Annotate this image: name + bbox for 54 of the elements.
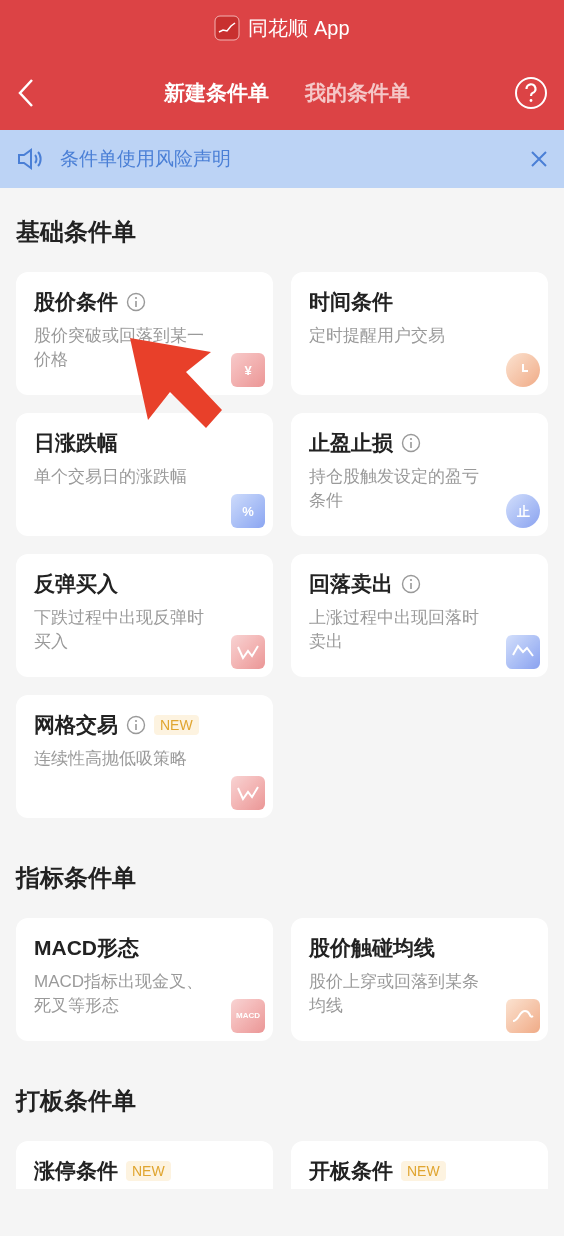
condition-card[interactable]: 回落卖出 上涨过程中出现回落时卖出 xyxy=(291,554,548,677)
card-description: MACD指标出现金叉、死叉等形态 xyxy=(34,971,205,1017)
card-description: 单个交易日的涨跌幅 xyxy=(34,466,188,488)
close-icon[interactable] xyxy=(530,150,548,168)
card-title: 反弹买入 xyxy=(34,571,118,597)
card-title: 开板条件 xyxy=(309,1158,393,1184)
condition-card[interactable]: 日涨跌幅 单个交易日的涨跌幅 % xyxy=(16,413,273,536)
card-title: 止盈止损 xyxy=(309,430,393,456)
app-logo-icon xyxy=(214,15,241,41)
condition-card[interactable]: 开板条件 NEW xyxy=(291,1141,548,1189)
info-icon[interactable] xyxy=(126,292,146,312)
section-title: 基础条件单 xyxy=(16,217,137,247)
app-title: 同花顺 App xyxy=(248,16,350,41)
speaker-icon xyxy=(16,147,44,171)
info-icon[interactable] xyxy=(401,574,421,594)
new-badge: NEW xyxy=(401,1161,446,1181)
card-title: 股价触碰均线 xyxy=(309,935,435,961)
card-description: 上涨过程中出现回落时卖出 xyxy=(309,607,480,653)
condition-card[interactable]: MACD形态 MACD指标出现金叉、死叉等形态 MACD xyxy=(16,918,273,1041)
notice-text: 条件单使用风险声明 xyxy=(60,146,232,171)
info-icon[interactable] xyxy=(126,715,146,735)
card-description: 下跌过程中出现反弹时买入 xyxy=(34,607,205,653)
info-icon[interactable] xyxy=(401,433,421,453)
macd-icon: MACD xyxy=(231,999,265,1033)
condition-card[interactable]: 止盈止损 持仓股触发设定的盈亏条件 止 xyxy=(291,413,548,536)
stop-sign-icon: 止 xyxy=(506,494,540,528)
back-icon[interactable] xyxy=(16,78,36,108)
section-title: 打板条件单 xyxy=(16,1086,137,1116)
card-title: 股价条件 xyxy=(34,289,118,315)
card-description: 股价上穿或回落到某条均线 xyxy=(309,971,480,1017)
calendar-icon: % xyxy=(231,494,265,528)
new-badge: NEW xyxy=(154,715,199,735)
card-title: 时间条件 xyxy=(309,289,393,315)
card-description: 定时提醒用户交易 xyxy=(309,325,446,347)
new-badge: NEW xyxy=(126,1161,171,1181)
card-title: 网格交易 xyxy=(34,712,118,738)
price-tag-icon: ¥ xyxy=(231,353,265,387)
grid-chart-icon xyxy=(231,776,265,810)
tab[interactable]: 新建条件单 xyxy=(164,77,269,109)
curve-icon xyxy=(506,999,540,1033)
condition-card[interactable]: 反弹买入 下跌过程中出现反弹时买入 xyxy=(16,554,273,677)
clock-icon xyxy=(506,353,540,387)
card-description: 持仓股触发设定的盈亏条件 xyxy=(309,466,480,512)
section-title: 指标条件单 xyxy=(16,863,137,893)
card-description: 连续性高抛低吸策略 xyxy=(34,748,188,770)
condition-card[interactable]: 股价触碰均线 股价上穿或回落到某条均线 xyxy=(291,918,548,1041)
help-icon[interactable] xyxy=(514,76,548,110)
card-title: 回落卖出 xyxy=(309,571,393,597)
card-title: 涨停条件 xyxy=(34,1158,118,1184)
card-title: MACD形态 xyxy=(34,935,139,961)
condition-card[interactable]: 时间条件 定时提醒用户交易 xyxy=(291,272,548,395)
condition-card[interactable]: 涨停条件 NEW xyxy=(16,1141,273,1189)
condition-card[interactable]: 网格交易 NEW 连续性高抛低吸策略 xyxy=(16,695,273,818)
card-title: 日涨跌幅 xyxy=(34,430,118,456)
